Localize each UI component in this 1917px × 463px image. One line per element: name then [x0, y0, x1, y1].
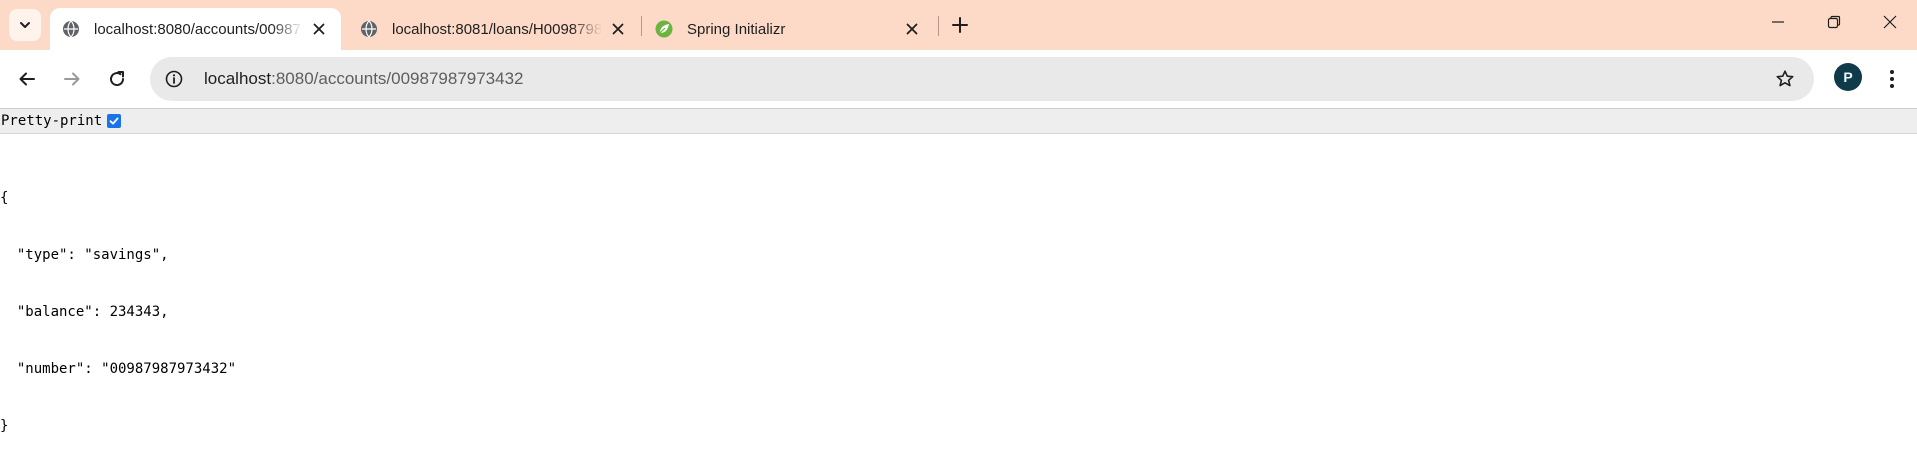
pretty-print-label: Pretty-print: [1, 113, 103, 129]
tab-accounts[interactable]: localhost:8080/accounts/00987987973432: [50, 8, 341, 50]
json-viewer: { "type": "savings", "balance": 234343, …: [0, 151, 236, 455]
arrow-right-icon: [64, 72, 80, 86]
url-host: localhost: [204, 69, 272, 88]
globe-icon: [360, 20, 378, 38]
tab-title: localhost:8081/loans/H009879878: [392, 20, 602, 38]
reload-icon: [110, 71, 125, 87]
restore-button[interactable]: [1806, 0, 1862, 44]
reload-button[interactable]: [99, 61, 135, 97]
close-window-button[interactable]: [1862, 0, 1917, 44]
restore-icon: [1827, 15, 1841, 29]
tab-strip: localhost:8080/accounts/00987987973432 l…: [0, 0, 1917, 50]
tab-spring-initializr[interactable]: Spring Initializr: [643, 8, 934, 50]
tab-title: Spring Initializr: [687, 20, 786, 38]
back-button[interactable]: [9, 61, 45, 97]
plus-icon: [952, 17, 968, 33]
avatar-initial: P: [1843, 69, 1853, 85]
globe-icon: [62, 20, 80, 38]
minimize-icon: [1772, 21, 1784, 23]
more-vert-icon: [1890, 70, 1894, 88]
minimize-button[interactable]: [1750, 0, 1806, 44]
spring-leaf-icon: [655, 20, 673, 38]
json-close-brace: }: [0, 418, 9, 434]
tab-loans[interactable]: localhost:8081/loans/H009879878: [348, 8, 640, 50]
close-icon: [1883, 15, 1897, 29]
checkmark-icon: [109, 117, 119, 125]
close-tab-icon[interactable]: [309, 19, 329, 39]
pretty-print-bar: Pretty-print: [0, 108, 1917, 134]
arrow-left-icon: [19, 72, 35, 86]
close-tab-icon[interactable]: [608, 19, 628, 39]
bookmark-star-icon[interactable]: [1772, 66, 1798, 92]
json-line-type: "type": "savings",: [0, 247, 169, 263]
tab-separator: [938, 16, 939, 36]
browser-menu-button[interactable]: [1876, 61, 1908, 97]
tab-title: localhost:8080/accounts/00987987973432: [94, 20, 303, 38]
json-open-brace: {: [0, 190, 9, 206]
site-info-icon[interactable]: [156, 61, 192, 97]
profile-avatar[interactable]: P: [1834, 63, 1862, 91]
json-line-balance: "balance": 234343,: [0, 304, 169, 320]
address-bar[interactable]: localhost:8080/accounts/00987987973432: [150, 57, 1814, 101]
pretty-print-checkbox[interactable]: [107, 114, 122, 128]
forward-button[interactable]: [54, 61, 90, 97]
tab-search-button[interactable]: [9, 9, 41, 41]
tab-separator: [641, 16, 642, 36]
url-path: :8080/accounts/00987987973432: [271, 69, 524, 88]
browser-toolbar: localhost:8080/accounts/00987987973432 P: [0, 50, 1917, 108]
close-tab-icon[interactable]: [902, 19, 922, 39]
chevron-down-icon: [20, 22, 30, 28]
new-tab-button[interactable]: [945, 10, 975, 40]
url-text: localhost:8080/accounts/00987987973432: [204, 69, 524, 89]
json-line-number: "number": "00987987973432": [0, 361, 237, 377]
